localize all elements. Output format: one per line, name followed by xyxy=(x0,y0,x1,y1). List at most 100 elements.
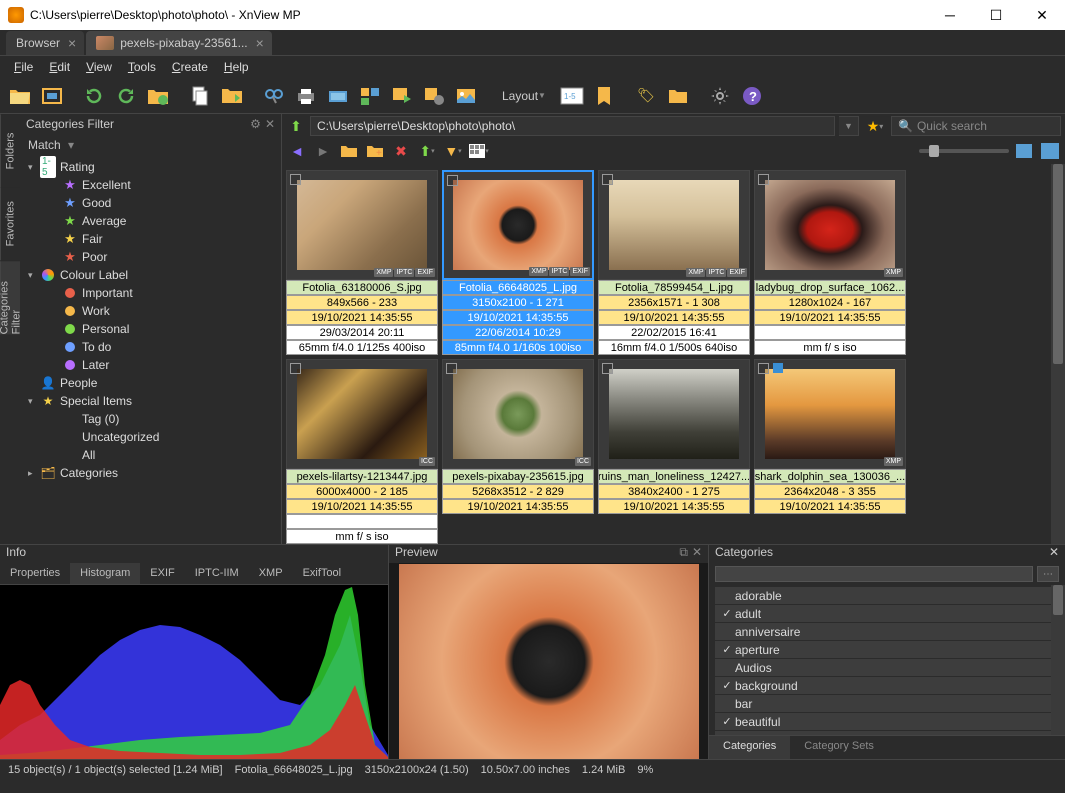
settings-button[interactable] xyxy=(706,82,734,110)
thumbnail-card[interactable]: ICCpexels-lilartsy-1213447.jpg6000x4000 … xyxy=(286,359,438,544)
refresh-cw-button[interactable] xyxy=(112,82,140,110)
sidetab-categories-filter[interactable]: Categories Filter xyxy=(0,261,20,334)
bookmark-button[interactable] xyxy=(590,82,618,110)
zoom-in2-button[interactable] xyxy=(1039,140,1061,162)
thumbnail-image[interactable]: ICC xyxy=(442,359,594,469)
search-button[interactable] xyxy=(260,82,288,110)
tree-item[interactable]: ▾★Special Items xyxy=(20,392,281,410)
panel-close-icon[interactable]: ✕ xyxy=(692,545,702,563)
paste-button[interactable] xyxy=(218,82,246,110)
batch-button[interactable] xyxy=(420,82,448,110)
sidetab-folders[interactable]: Folders xyxy=(0,114,20,187)
thumb-checkbox[interactable] xyxy=(290,363,301,374)
info-tab[interactable]: EXIF xyxy=(140,563,184,584)
path-dropdown[interactable]: ▼ xyxy=(839,116,859,136)
thumbnail-image[interactable]: XMPIPTCEXIF xyxy=(286,170,438,280)
preview-image[interactable] xyxy=(389,563,708,759)
thumbnail-image[interactable]: XMP xyxy=(754,170,906,280)
menu-view[interactable]: View xyxy=(78,58,120,76)
zoom-in-button[interactable] xyxy=(1013,140,1035,162)
tree-view[interactable]: ▾1-5Rating★Excellent★Good★Average★Fair★P… xyxy=(20,156,281,544)
thumbnail-card[interactable]: ICCpexels-pixabay-235615.jpg5268x3512 - … xyxy=(442,359,594,544)
panel-close-icon[interactable]: ✕ xyxy=(265,117,275,131)
export-button[interactable] xyxy=(388,82,416,110)
minimize-button[interactable]: ─ xyxy=(927,0,973,30)
thumb-checkbox[interactable] xyxy=(758,174,769,185)
info-tab[interactable]: ExifTool xyxy=(293,563,352,584)
menu-create[interactable]: Create xyxy=(164,58,216,76)
info-tab[interactable]: IPTC-IIM xyxy=(185,563,249,584)
tree-item[interactable]: Later xyxy=(20,356,281,374)
thumbnail-image[interactable]: XMPIPTCEXIF xyxy=(442,170,594,280)
up-button[interactable]: ⬆ xyxy=(286,116,306,136)
quick-search-input[interactable]: 🔍Quick search xyxy=(891,116,1061,136)
tab-close-icon[interactable]: × xyxy=(68,35,76,51)
category-search-more[interactable]: ⋯ xyxy=(1037,566,1059,582)
info-tab[interactable]: Properties xyxy=(0,563,70,584)
category-item[interactable]: beauty xyxy=(715,731,1059,735)
tree-item[interactable]: ★Good xyxy=(20,194,281,212)
thumb-checkbox[interactable] xyxy=(758,363,769,374)
image-button[interactable] xyxy=(452,82,480,110)
tree-item[interactable]: Tag (0) xyxy=(20,410,281,428)
tree-item[interactable]: All xyxy=(20,446,281,464)
thumb-checkbox[interactable] xyxy=(446,363,457,374)
thumbnail-image[interactable]: XMP xyxy=(754,359,906,469)
forward-button[interactable]: ► xyxy=(312,140,334,162)
thumb-checkbox[interactable] xyxy=(602,174,613,185)
thumb-checkbox[interactable] xyxy=(290,174,301,185)
folder-tool-button[interactable] xyxy=(664,82,692,110)
back-button[interactable]: ◄ xyxy=(286,140,308,162)
tree-item[interactable]: ★Poor xyxy=(20,248,281,266)
thumbnails-button[interactable]: 1-5 xyxy=(558,82,586,110)
filter-button[interactable]: ▼▾ xyxy=(442,140,464,162)
cattab-category-sets[interactable]: Category Sets xyxy=(790,736,888,759)
fullscreen-button[interactable] xyxy=(38,82,66,110)
thumbnail-card[interactable]: XMPIPTCEXIFFotolia_66648025_L.jpg3150x21… xyxy=(442,170,594,355)
info-tab[interactable]: Histogram xyxy=(70,563,140,584)
tree-item[interactable]: 👤People xyxy=(20,374,281,392)
thumbnail-card[interactable]: XMPIPTCEXIFFotolia_78599454_L.jpg2356x15… xyxy=(598,170,750,355)
category-item[interactable]: ✓beautiful xyxy=(715,713,1059,730)
thumb-checkbox[interactable] xyxy=(447,175,458,186)
sort-button[interactable]: ⬆▾ xyxy=(416,140,438,162)
tag-button[interactable]: 🏷 xyxy=(632,82,660,110)
path-input[interactable]: C:\Users\pierre\Desktop\photo\photo\ xyxy=(310,116,835,136)
tree-item[interactable]: ★Average xyxy=(20,212,281,230)
tree-item[interactable]: Work xyxy=(20,302,281,320)
tree-item[interactable]: ▾Colour Label xyxy=(20,266,281,284)
new-folder-button[interactable]: + xyxy=(364,140,386,162)
menu-tools[interactable]: Tools xyxy=(120,58,164,76)
info-tab[interactable]: XMP xyxy=(249,563,293,584)
open-folder-button[interactable] xyxy=(338,140,360,162)
tree-item[interactable]: ★Fair xyxy=(20,230,281,248)
tree-item[interactable]: ▸🗂Categories xyxy=(20,464,281,482)
tree-item[interactable]: Important xyxy=(20,284,281,302)
thumbnail-card[interactable]: ruins_man_loneliness_12427...3840x2400 -… xyxy=(598,359,750,544)
tree-item[interactable]: ★Excellent xyxy=(20,176,281,194)
compare-button[interactable] xyxy=(356,82,384,110)
tab-browser[interactable]: Browser × xyxy=(6,31,84,55)
close-button[interactable]: ✕ xyxy=(1019,0,1065,30)
category-item[interactable]: bar xyxy=(715,695,1059,712)
layout-dropdown[interactable]: Layout ▼ xyxy=(494,82,554,110)
panel-undock-icon[interactable]: ⧉ xyxy=(679,545,688,563)
sidetab-favorites[interactable]: Favorites xyxy=(0,187,20,260)
copy-button[interactable] xyxy=(186,82,214,110)
thumbnail-card[interactable]: XMPIPTCEXIFFotolia_63180006_S.jpg849x566… xyxy=(286,170,438,355)
menu-help[interactable]: Help xyxy=(216,58,257,76)
scanner-button[interactable] xyxy=(324,82,352,110)
tab-image[interactable]: pexels-pixabay-23561... × xyxy=(86,31,272,55)
refresh-ccw-button[interactable] xyxy=(80,82,108,110)
open-button[interactable] xyxy=(6,82,34,110)
thumbnail-grid[interactable]: XMPIPTCEXIFFotolia_63180006_S.jpg849x566… xyxy=(282,164,1065,544)
tree-item[interactable]: To do xyxy=(20,338,281,356)
tree-item[interactable]: Uncategorized xyxy=(20,428,281,446)
view-mode-button[interactable]: ▾ xyxy=(468,140,490,162)
scrollbar[interactable] xyxy=(1051,585,1065,735)
tree-item[interactable]: Personal xyxy=(20,320,281,338)
print-button[interactable] xyxy=(292,82,320,110)
menu-file[interactable]: File xyxy=(6,58,41,76)
thumbnail-card[interactable]: XMPladybug_drop_surface_1062...1280x1024… xyxy=(754,170,906,355)
category-item[interactable]: ✓adult xyxy=(715,605,1059,622)
